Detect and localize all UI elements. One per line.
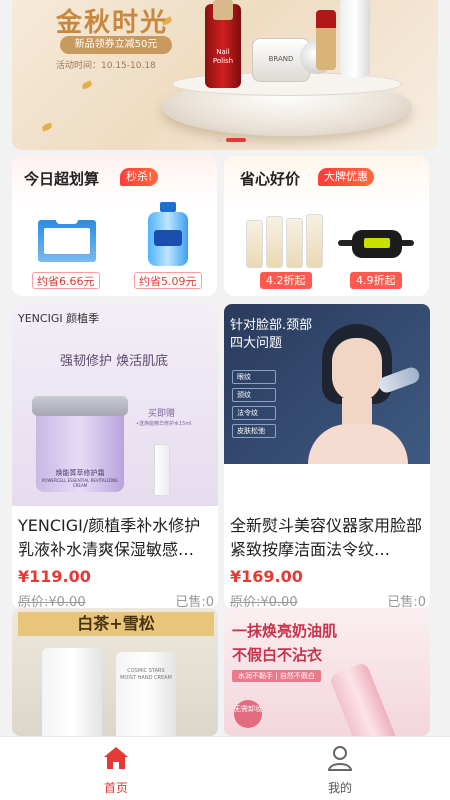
product-original-price: 原价:¥0.00 — [18, 595, 86, 608]
issue-item: 皮肤松弛 — [232, 424, 276, 438]
gift-sub: •送焕能精华修护水15ml — [136, 421, 192, 427]
box-label: 焕能菁萃修护霜 — [55, 469, 105, 477]
promo-card-good-price[interactable]: 省心好价 大牌优惠 4.2折起 4.9折起 — [224, 156, 429, 296]
image-title: 一抹焕亮奶油肌 — [232, 622, 338, 640]
promo-title: 省心好价 — [240, 170, 301, 188]
issue-item: 法令纹 — [232, 406, 276, 420]
hero-banner[interactable]: 金秋时光 新品领券立减50元 活动时间：10.15-10.18 Nail Pol… — [12, 0, 438, 150]
product-image[interactable]: 针对脸部.颈部 四大问题 眼纹 颈纹 法令纹 皮肤松弛 — [224, 304, 430, 464]
save-amount-tag: 约省6.66元 — [32, 272, 100, 289]
image-title: 四大问题 — [230, 336, 283, 351]
banner-coupon: 新品领券立减50元 — [60, 36, 172, 54]
banner-date: 活动时间：10.15-10.18 — [56, 61, 156, 71]
promo-badge: 大牌优惠 — [318, 168, 374, 186]
lotion-tube-image — [328, 661, 400, 736]
image-slogan: 强韧修护 焕活肌底 — [60, 354, 169, 369]
product-card[interactable]: 一抹焕亮奶油肌 不假白不沾衣 水润不黏手 | 自然不假白 无需卸妆 — [224, 608, 430, 736]
product-image[interactable]: 白茶+雪松 COSMIC STARS MOIST HAND CREAM — [12, 608, 218, 736]
nail-polish-image: Nail Polish — [205, 0, 241, 88]
product-name[interactable]: 全新熨斗美容仪器家用脸部紧致按摩洁面法令纹… — [230, 514, 426, 562]
carousel-dot — [217, 138, 223, 142]
banner-title: 金秋时光 — [56, 8, 169, 38]
product-original-price: 原价:¥0.00 — [230, 595, 298, 608]
bottom-navigation: 首页 我的 — [0, 736, 450, 800]
promo-card-deals[interactable]: 今日超划算 秒杀! 约省6.66元 约省5.09元 — [12, 156, 217, 296]
skincare-set-image[interactable] — [246, 214, 326, 268]
image-brand: YENCIGI 颜植季 — [18, 312, 100, 325]
leaf-decoration — [41, 122, 53, 132]
issue-list: 眼纹 颈纹 法令纹 皮肤松弛 — [232, 370, 276, 438]
image-title: 不假白不沾衣 — [232, 646, 323, 664]
promo-badge: 秒杀! — [120, 168, 159, 186]
issue-item: 眼纹 — [232, 370, 276, 384]
nav-home[interactable]: 首页 — [86, 743, 146, 796]
discount-tag: 4.9折起 — [350, 272, 402, 289]
box-sub: POWERCELL ESSENTIAL REVITALIZING CREAM — [41, 478, 119, 488]
leaf-decoration — [81, 80, 93, 90]
nav-mine[interactable]: 我的 — [310, 743, 370, 796]
lipstick-image — [316, 10, 336, 70]
promo-title: 今日超划算 — [24, 170, 100, 188]
carousel-indicator — [217, 138, 255, 142]
product-sold-count: 已售:0 — [175, 595, 214, 608]
model-image — [308, 324, 422, 464]
image-title: 白茶+雪松 — [18, 612, 214, 636]
user-icon — [327, 746, 353, 771]
hand-cream-tube-image: COSMIC STARS MOIST HAND CREAM — [116, 652, 176, 736]
product-card[interactable]: 白茶+雪松 COSMIC STARS MOIST HAND CREAM — [12, 608, 218, 736]
tube-image — [340, 0, 370, 78]
mini-bottle-image — [154, 444, 170, 496]
carousel-dot-active — [226, 138, 246, 142]
nail-polish-label: Nail Polish — [212, 48, 234, 65]
save-amount-tag: 约省5.09元 — [134, 272, 202, 289]
carousel-dot — [249, 138, 255, 142]
waist-bag-image[interactable] — [338, 228, 414, 260]
product-price: ¥119.00 — [18, 567, 91, 586]
product-image[interactable]: YENCIGI 颜植季 强韧修护 焕活肌底 焕能菁萃修护霜 POWERCELL … — [12, 304, 218, 506]
nav-mine-label: 我的 — [327, 781, 352, 795]
hand-cream-tube-image — [42, 648, 102, 736]
no-removal-badge: 无需卸妆 — [234, 700, 262, 728]
tissue-product-image[interactable] — [38, 212, 96, 262]
product-sold-count: 已售:0 — [387, 595, 426, 608]
product-name[interactable]: YENCIGI/颜植季补水修护乳液补水清爽保湿敏感… — [18, 514, 214, 562]
tube-text: COSMIC STARS MOIST HAND CREAM — [120, 668, 172, 681]
discount-tag: 4.2折起 — [260, 272, 312, 289]
image-sub: 水润不黏手 | 自然不假白 — [232, 670, 321, 682]
cream-jar-image: 焕能菁萃修护霜 POWERCELL ESSENTIAL REVITALIZING… — [32, 396, 128, 492]
product-card[interactable]: YENCIGI 颜植季 强韧修护 焕活肌底 焕能菁萃修护霜 POWERCELL … — [12, 304, 218, 608]
product-image[interactable]: 一抹焕亮奶油肌 不假白不沾衣 水润不黏手 | 自然不假白 无需卸妆 — [224, 608, 430, 736]
issue-item: 颈纹 — [232, 388, 276, 402]
product-card[interactable]: 针对脸部.颈部 四大问题 眼纹 颈纹 法令纹 皮肤松弛 全新熨斗美容仪器家用脸部… — [224, 304, 430, 608]
detergent-product-image[interactable] — [148, 202, 188, 266]
nav-home-label: 首页 — [103, 781, 128, 795]
image-title: 针对脸部.颈部 — [230, 318, 313, 333]
gift-label: 买即赠 — [148, 409, 176, 419]
home-icon — [104, 747, 128, 769]
product-price: ¥169.00 — [230, 567, 303, 586]
